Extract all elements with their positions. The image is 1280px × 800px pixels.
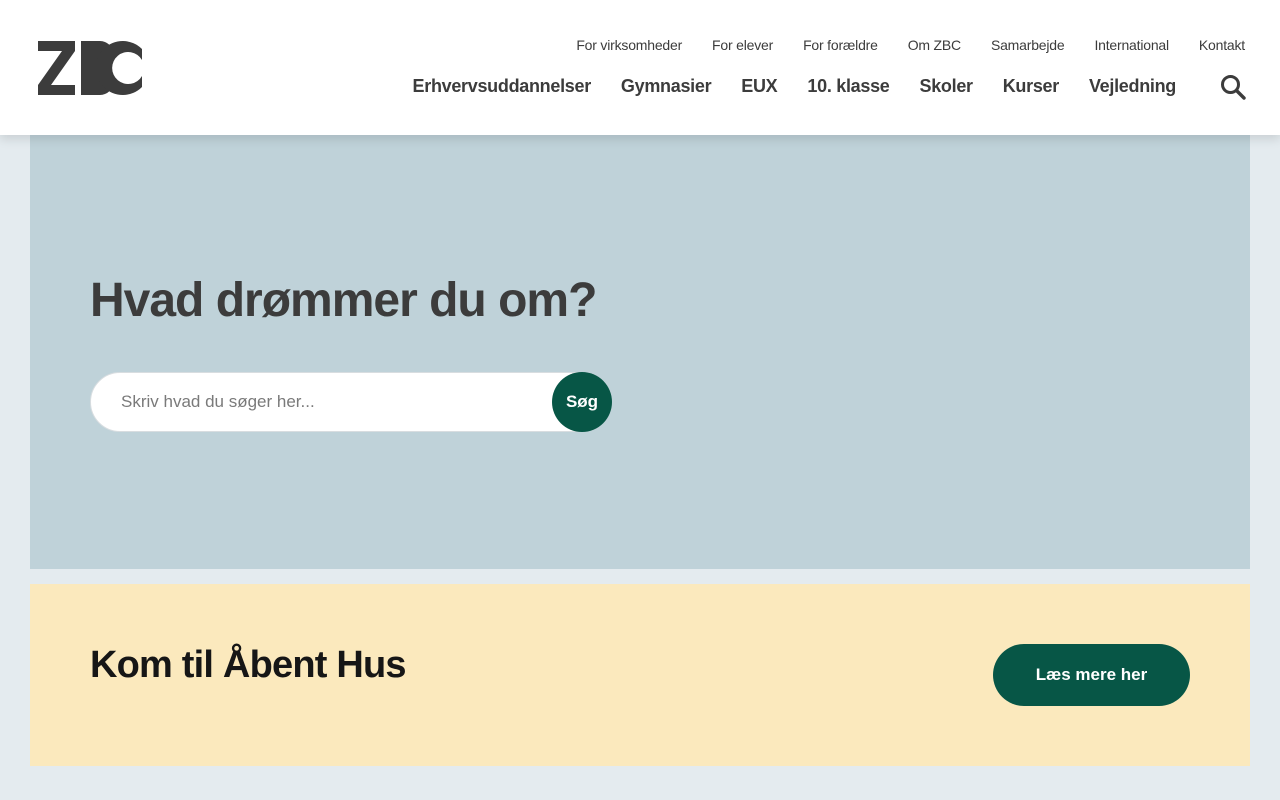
- topnav-om-zbc[interactable]: Om ZBC: [908, 37, 961, 53]
- mainnav-gymnasier[interactable]: Gymnasier: [621, 76, 712, 97]
- hero-section: Hvad drømmer du om? Søg: [30, 135, 1250, 569]
- zbc-logo-icon: [38, 41, 142, 95]
- open-house-banner: Kom til Åbent Hus Læs mere her: [30, 584, 1250, 766]
- topnav-international[interactable]: International: [1094, 37, 1169, 53]
- banner-title: Kom til Åbent Hus: [90, 644, 407, 686]
- mainnav-skoler[interactable]: Skoler: [920, 76, 974, 97]
- read-more-button[interactable]: Læs mere her: [993, 644, 1190, 706]
- topnav-for-foraeldre[interactable]: For forældre: [803, 37, 878, 53]
- mainnav-eux[interactable]: EUX: [741, 76, 777, 97]
- topnav-for-elever[interactable]: For elever: [712, 37, 773, 53]
- hero-search-submit-button[interactable]: Søg: [552, 372, 612, 432]
- hero-title: Hvad drømmer du om?: [90, 274, 597, 327]
- topnav-samarbejde[interactable]: Samarbejde: [991, 37, 1065, 53]
- topnav-for-virksomheder[interactable]: For virksomheder: [576, 37, 682, 53]
- hero-search-box: [90, 372, 612, 432]
- site-header: For virksomheder For elever For forældre…: [0, 0, 1280, 135]
- zbc-logo[interactable]: [38, 41, 142, 95]
- mainnav-kurser[interactable]: Kurser: [1003, 76, 1060, 97]
- utility-nav: For virksomheder For elever For forældre…: [576, 35, 1245, 55]
- main-nav: Erhvervsuddannelser Gymnasier EUX 10. kl…: [413, 73, 1177, 99]
- mainnav-vejledning[interactable]: Vejledning: [1089, 76, 1176, 97]
- mainnav-10-klasse[interactable]: 10. klasse: [807, 76, 889, 97]
- hero-search-input[interactable]: [121, 373, 541, 431]
- search-icon: [1221, 75, 1246, 100]
- mainnav-erhvervsuddannelser[interactable]: Erhvervsuddannelser: [413, 76, 592, 97]
- topnav-kontakt[interactable]: Kontakt: [1199, 37, 1245, 53]
- header-search-button[interactable]: [1218, 72, 1248, 102]
